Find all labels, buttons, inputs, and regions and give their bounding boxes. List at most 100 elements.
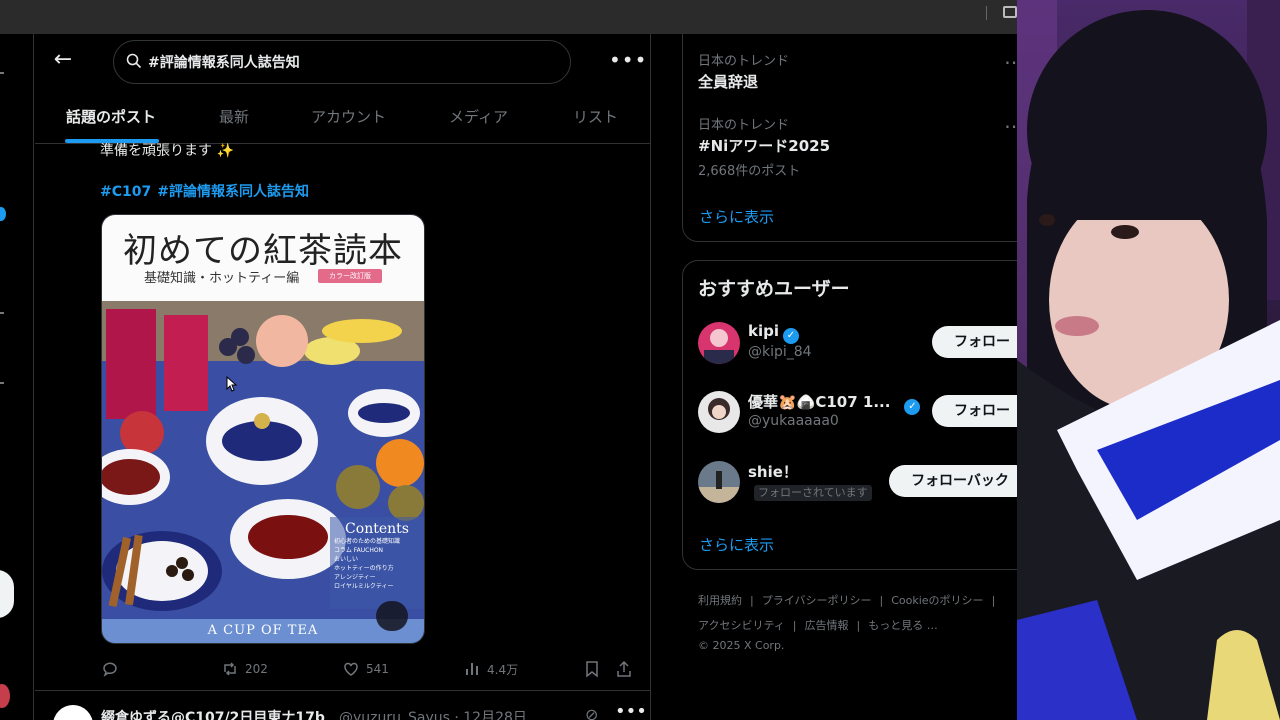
trend-count: 2,668件のポスト: [698, 164, 801, 179]
who-to-follow-title: おすすめユーザー: [698, 278, 850, 300]
nav-icon-fragment[interactable]: [0, 382, 4, 384]
post-image[interactable]: 初めての紅茶読本 基礎知識・ホットティー編 カラー改訂版 Contents 初心…: [101, 214, 425, 644]
main-column: ← #評論情報系同人誌告知 ••• 話題のポスト 最新 アカウント メディア リ…: [35, 34, 651, 720]
contents-heading: Contents: [345, 521, 409, 537]
footer-link[interactable]: アクセシビリティ: [698, 619, 785, 632]
tab-top[interactable]: 話題のポスト: [66, 106, 156, 127]
hashtag-link[interactable]: #評論情報系同人誌告知: [157, 184, 309, 200]
follow-button[interactable]: フォロー: [932, 326, 1017, 358]
cover-footer: A CUP OF TEA: [102, 619, 424, 643]
contents-line: ロイヤルミルクティー: [334, 583, 394, 590]
search-header: ← #評論情報系同人誌告知 ••• 話題のポスト 最新 アカウント メディア リ…: [35, 34, 650, 144]
footer-divider: |: [792, 619, 797, 632]
folder-icon[interactable]: [1003, 6, 1017, 18]
notification-dot-icon: [0, 207, 6, 221]
next-post[interactable]: 綴倉ゆずる@C107/2日目東ナ17b @yuzuru_Sayus · 12月2…: [35, 690, 650, 720]
contents-line: ホットティーの作り方: [334, 565, 394, 572]
trend-name: 全員辞退: [698, 73, 759, 91]
trend-item[interactable]: 日本のトレンド #Niアワード2025 2,668件のポスト: [698, 114, 830, 179]
post-button[interactable]: [0, 570, 14, 618]
avatar[interactable]: [53, 705, 93, 720]
user-name[interactable]: 優華🐹🍙C107 1... ✓: [748, 391, 921, 415]
who-to-follow-show-more-link[interactable]: さらに表示: [699, 534, 774, 555]
user-handle: @kipi_84: [748, 344, 812, 360]
toolbar-separator: [986, 6, 987, 20]
heart-icon: [344, 662, 358, 676]
footer-divider: |: [750, 594, 754, 607]
search-input[interactable]: #評論情報系同人誌告知: [113, 40, 571, 84]
footer-link[interactable]: 利用規約: [698, 594, 742, 607]
trend-name: #Niアワード2025: [698, 137, 831, 155]
copyright: © 2025 X Corp.: [698, 639, 785, 652]
tab-latest[interactable]: 最新: [219, 106, 249, 127]
image-description-icon[interactable]: [376, 601, 408, 631]
webcam-overlay: [1017, 0, 1280, 720]
like-button[interactable]: 541: [342, 660, 389, 678]
follow-button[interactable]: フォロー: [932, 395, 1017, 427]
post-actions: 202 541 4.4万: [35, 656, 650, 684]
back-arrow-icon[interactable]: ←: [51, 48, 75, 72]
user-name[interactable]: shie！: [748, 461, 798, 482]
nav-icon-fragment[interactable]: [0, 312, 4, 314]
trend-category: 日本のトレンド: [698, 54, 790, 69]
footer-links-row: アクセシビリティ | 広告情報 | もっと見る …: [698, 617, 938, 633]
bookmark-button[interactable]: [583, 660, 601, 678]
more-options-icon[interactable]: •••: [609, 48, 647, 72]
cover-badge: カラー改訂版: [318, 269, 382, 283]
post[interactable]: 準備を頑張ります ✨ #C107 #評論情報系同人誌告知 初めての紅茶読本 基礎知…: [35, 143, 650, 690]
bookmark-icon: [586, 661, 598, 678]
verified-badge-icon: ✓: [904, 399, 921, 415]
repost-button[interactable]: 202: [221, 660, 268, 678]
views-button[interactable]: 4.4万: [463, 660, 518, 678]
trend-more-icon[interactable]: ⋯: [1004, 50, 1017, 74]
right-sidebar: 日本のトレンド 全員辞退 ⋯ 日本のトレンド #Niアワード2025 2,668…: [652, 34, 1017, 720]
tab-accounts[interactable]: アカウント: [311, 106, 386, 127]
share-button[interactable]: [615, 660, 633, 678]
suggested-user[interactable]: kipi ✓ @kipi_84 フォロー: [698, 322, 1017, 372]
reply-icon: [103, 662, 117, 677]
cover-contents-box: Contents 初心者のための基礎知識 コラム FAUCHON おいしい ホッ…: [330, 517, 424, 609]
streamer-video: [1017, 0, 1280, 720]
like-count: 541: [366, 662, 389, 676]
contents-line: アレンジティー: [334, 574, 376, 581]
footer-link[interactable]: 広告情報: [805, 619, 849, 632]
suggested-user[interactable]: shie！ フォローされています フォローバック: [698, 461, 1017, 511]
cover-title: 初めての紅茶読本: [123, 231, 403, 271]
browser-toolbar: [0, 0, 1017, 34]
contents-line: コラム FAUCHON: [334, 547, 384, 554]
tab-media[interactable]: メディア: [449, 106, 508, 127]
more-options-icon[interactable]: •••: [615, 701, 647, 720]
footer-link[interactable]: プライバシーポリシー: [762, 594, 872, 607]
nav-icon-fragment[interactable]: [0, 72, 4, 74]
search-query: #評論情報系同人誌告知: [148, 55, 300, 71]
account-avatar[interactable]: [0, 684, 10, 708]
suggested-user[interactable]: 優華🐹🍙C107 1... ✓ @yukaaaaa0 フォロー: [698, 391, 1017, 441]
hashtag-link[interactable]: #C107: [100, 184, 151, 200]
contents-line: 初心者のための基礎知識: [334, 538, 401, 545]
tab-lists[interactable]: リスト: [573, 106, 618, 127]
follows-you-badge: フォローされています: [754, 485, 872, 501]
follow-back-button[interactable]: フォローバック: [889, 465, 1017, 497]
trends-show-more-link[interactable]: さらに表示: [699, 206, 774, 227]
footer-divider: |: [991, 594, 996, 607]
verified-badge-icon: ✓: [783, 328, 799, 344]
avatar[interactable]: [698, 322, 740, 364]
contents-line: おいしい: [334, 556, 359, 563]
trend-category: 日本のトレンド: [698, 118, 790, 133]
footer-link[interactable]: Cookieのポリシー: [891, 594, 983, 607]
post-text: 準備を頑張ります ✨: [100, 143, 234, 159]
footer-link[interactable]: もっと見る …: [868, 619, 938, 632]
grok-icon[interactable]: ⊘: [585, 705, 598, 720]
share-icon: [617, 660, 631, 677]
reply-button[interactable]: [101, 660, 119, 678]
cover-header: 初めての紅茶読本 基礎知識・ホットティー編 カラー改訂版: [102, 215, 424, 301]
footer-divider: |: [856, 619, 861, 632]
avatar[interactable]: [698, 391, 740, 433]
user-name[interactable]: kipi ✓: [748, 322, 799, 344]
trend-item[interactable]: 日本のトレンド 全員辞退: [698, 50, 789, 92]
trend-more-icon[interactable]: ⋯: [1004, 114, 1017, 138]
author-name[interactable]: 綴倉ゆずる@C107/2日目東ナ17b: [101, 707, 325, 720]
mouse-cursor-icon: [226, 376, 238, 392]
footer-links-row: 利用規約 | プライバシーポリシー | Cookieのポリシー |: [698, 592, 1003, 608]
avatar[interactable]: [698, 461, 740, 503]
